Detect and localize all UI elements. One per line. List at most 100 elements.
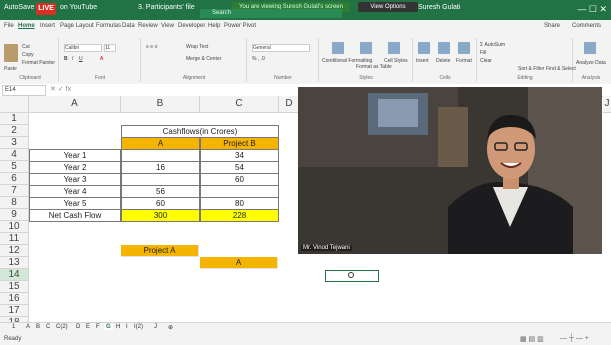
sheet-tab[interactable]: H <box>116 324 120 330</box>
row-header[interactable]: 16 <box>0 293 29 305</box>
sheet-tab[interactable]: E <box>86 324 90 330</box>
menu-view[interactable]: View <box>161 23 174 29</box>
autosave-label[interactable]: AutoSave <box>4 4 34 11</box>
add-sheet-icon[interactable]: ⊕ <box>168 324 173 331</box>
column-header[interactable]: C <box>200 96 279 113</box>
format-as-table-icon[interactable] <box>360 42 372 54</box>
format-button[interactable]: Format <box>456 58 472 64</box>
number-format-select[interactable]: General <box>252 44 310 52</box>
sheet-tab-active[interactable]: G <box>104 324 113 330</box>
row-header[interactable]: 13 <box>0 257 29 269</box>
analyze-data-icon[interactable] <box>584 42 596 54</box>
row-header[interactable]: 7 <box>0 185 29 197</box>
column-header[interactable]: A <box>29 96 121 113</box>
cell-styles-button[interactable]: Cell Styles <box>384 58 408 64</box>
format-cells-icon[interactable] <box>458 42 470 54</box>
italic-icon[interactable]: I <box>72 56 73 62</box>
menu-file[interactable]: File <box>4 23 14 29</box>
row-header[interactable]: 9 <box>0 209 29 221</box>
merge-center-button[interactable]: Merge & Center <box>186 56 221 62</box>
sheet-tab[interactable]: I <box>126 324 128 330</box>
column-header[interactable]: J <box>603 96 611 113</box>
wrap-text-button[interactable]: Wrap Text <box>186 44 208 50</box>
menu-help[interactable]: Help <box>208 23 220 29</box>
autosum-button[interactable]: Σ AutoSum <box>480 42 505 48</box>
selected-cell[interactable] <box>325 270 379 282</box>
menu-insert[interactable]: Insert <box>40 23 55 29</box>
delete-cells-icon[interactable] <box>438 42 450 54</box>
comments-button[interactable]: Comments <box>572 23 601 29</box>
row-header[interactable]: 10 <box>0 221 29 233</box>
user-name[interactable]: Suresh Gulati <box>418 4 460 11</box>
fill-button[interactable]: Fill <box>480 50 486 56</box>
format-painter-button[interactable]: Format Painter <box>22 60 55 66</box>
sheet-tab[interactable]: A <box>26 324 30 330</box>
column-header[interactable]: B <box>121 96 200 113</box>
row-header[interactable]: 4 <box>0 149 29 161</box>
bold-icon[interactable]: B <box>64 56 68 62</box>
row-header[interactable]: 14 <box>0 269 29 281</box>
row-header[interactable]: 3 <box>0 137 29 149</box>
sheet-tab[interactable]: 1 <box>12 324 15 330</box>
menu-data[interactable]: Data <box>122 23 135 29</box>
format-as-table-button[interactable]: Format as Table <box>356 64 392 70</box>
row-header[interactable]: 2 <box>0 125 29 137</box>
sort-filter-button[interactable]: Sort & Filter <box>518 66 544 72</box>
a-marker[interactable]: A <box>200 257 278 269</box>
net-cash-flow-b[interactable]: 228 <box>200 209 279 222</box>
row-header[interactable]: 12 <box>0 245 29 257</box>
search-box[interactable]: Search <box>200 9 342 18</box>
cell-styles-icon[interactable] <box>388 42 400 54</box>
underline-icon[interactable]: U <box>79 56 83 62</box>
row-header[interactable]: 15 <box>0 281 29 293</box>
sheet-tab[interactable]: J <box>154 324 157 330</box>
net-cash-flow-label[interactable]: Net Cash Flow <box>29 209 121 222</box>
delete-button[interactable]: Delete <box>436 58 450 64</box>
paste-button[interactable]: Paste <box>4 66 17 72</box>
copy-button[interactable]: Copy <box>22 52 34 58</box>
sheet-tab[interactable]: F <box>96 324 100 330</box>
sheet-tab[interactable]: D <box>76 324 80 330</box>
align-icon[interactable]: ≡ ≡ ≡ <box>146 44 158 50</box>
clear-button[interactable]: Clear <box>480 58 492 64</box>
view-options-button[interactable]: View Options <box>358 2 418 12</box>
select-all-corner[interactable] <box>0 96 29 113</box>
insert-cells-icon[interactable] <box>418 42 430 54</box>
menu-developer[interactable]: Developer <box>178 23 205 29</box>
menu-page-layout[interactable]: Page Layout <box>60 23 94 29</box>
row-header[interactable]: 6 <box>0 173 29 185</box>
row-header[interactable]: 1 <box>0 113 29 125</box>
column-header[interactable]: D <box>279 96 300 113</box>
paste-icon[interactable] <box>4 44 18 62</box>
conditional-formatting-icon[interactable] <box>332 42 344 54</box>
styles-group: Conditional Formatting Format as Table C… <box>320 38 413 82</box>
row-header[interactable]: 8 <box>0 197 29 209</box>
menu-formulas[interactable]: Formulas <box>96 23 121 29</box>
project-a-label[interactable]: Project A <box>121 245 199 257</box>
menu-home[interactable]: Home <box>18 23 35 29</box>
net-cash-flow-a[interactable]: 300 <box>121 209 200 222</box>
font-color-icon[interactable]: A <box>100 56 103 62</box>
menu-review[interactable]: Review <box>138 23 158 29</box>
row-header[interactable]: 17 <box>0 305 29 317</box>
sheet-tab[interactable]: C(2) <box>56 324 68 330</box>
find-select-button[interactable]: Find & Select <box>546 66 576 72</box>
sheet-tab[interactable]: C <box>46 324 50 330</box>
row-header[interactable]: 5 <box>0 161 29 173</box>
font-size-select[interactable]: 11 <box>104 44 116 52</box>
menu-power-pivot[interactable]: Power Pivot <box>224 23 256 29</box>
window-controls[interactable]: — ☐ ✕ <box>577 4 607 15</box>
analyze-data-button[interactable]: Analyze Data <box>576 60 606 66</box>
share-button[interactable]: Share <box>544 23 560 29</box>
sheet-tab[interactable]: I(2) <box>134 324 143 330</box>
zoom-slider[interactable]: — ┼ — + <box>560 335 589 342</box>
font-name-select[interactable]: Calibri <box>64 44 102 52</box>
row-header[interactable]: 11 <box>0 233 29 245</box>
insert-button[interactable]: Insert <box>416 58 429 64</box>
sheet-tab[interactable]: B <box>36 324 40 330</box>
view-buttons[interactable]: ▦ ▤ ▥ <box>520 335 544 343</box>
name-box[interactable]: E14 <box>2 85 46 96</box>
cut-button[interactable]: Cut <box>22 44 30 50</box>
fx-icon[interactable]: ✕ ✓ fx <box>50 85 71 93</box>
currency-icon[interactable]: % , .0 <box>252 56 265 62</box>
